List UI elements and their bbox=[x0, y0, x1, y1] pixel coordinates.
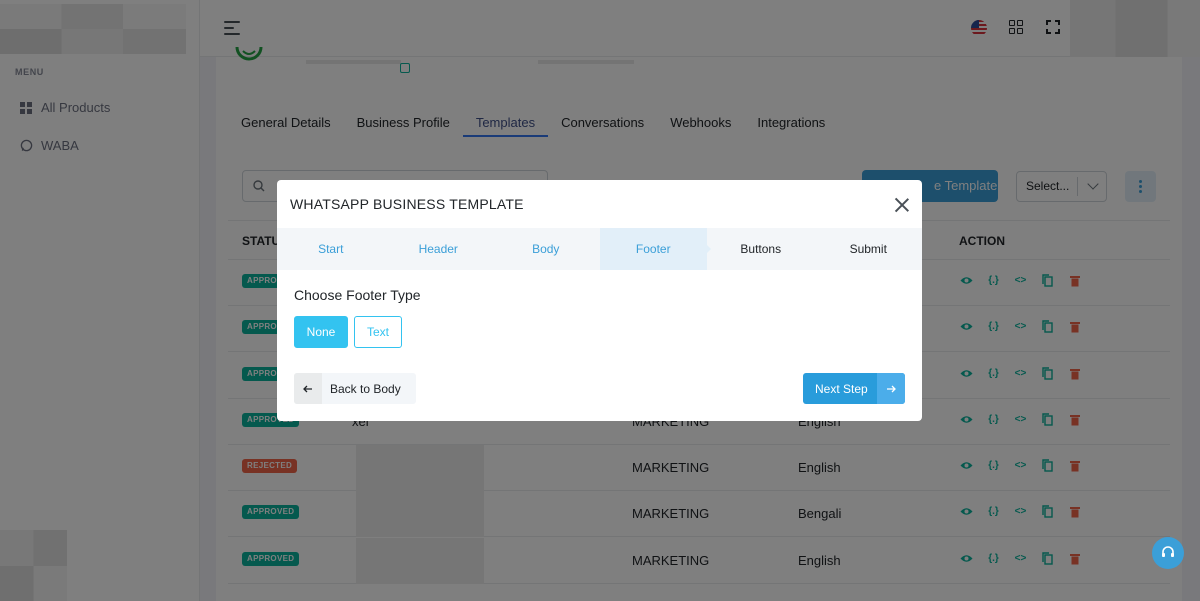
back-button-label: Back to Body bbox=[330, 382, 401, 396]
modal-title: WHATSAPP BUSINESS TEMPLATE bbox=[290, 196, 524, 212]
support-button[interactable] bbox=[1152, 537, 1184, 569]
headset-icon bbox=[1162, 546, 1174, 557]
wizard-steps: Start Header Body Footer Buttons Submit bbox=[277, 228, 922, 270]
step-submit[interactable]: Submit bbox=[815, 228, 923, 270]
footer-type-prompt: Choose Footer Type bbox=[294, 287, 421, 303]
arrow-right-icon bbox=[877, 373, 905, 404]
next-button-label: Next Step bbox=[815, 382, 868, 396]
template-modal: WHATSAPP BUSINESS TEMPLATE Start Header … bbox=[277, 180, 922, 421]
arrow-left-icon bbox=[294, 373, 322, 404]
step-buttons[interactable]: Buttons bbox=[707, 228, 815, 270]
step-header[interactable]: Header bbox=[385, 228, 493, 270]
next-step-button[interactable]: Next Step bbox=[803, 373, 905, 404]
footer-option-none[interactable]: None bbox=[294, 316, 348, 348]
step-start[interactable]: Start bbox=[277, 228, 385, 270]
step-body[interactable]: Body bbox=[492, 228, 600, 270]
back-to-body-button[interactable]: Back to Body bbox=[294, 373, 416, 404]
footer-option-text[interactable]: Text bbox=[354, 316, 402, 348]
close-icon[interactable] bbox=[894, 197, 910, 213]
step-footer[interactable]: Footer bbox=[599, 228, 711, 270]
